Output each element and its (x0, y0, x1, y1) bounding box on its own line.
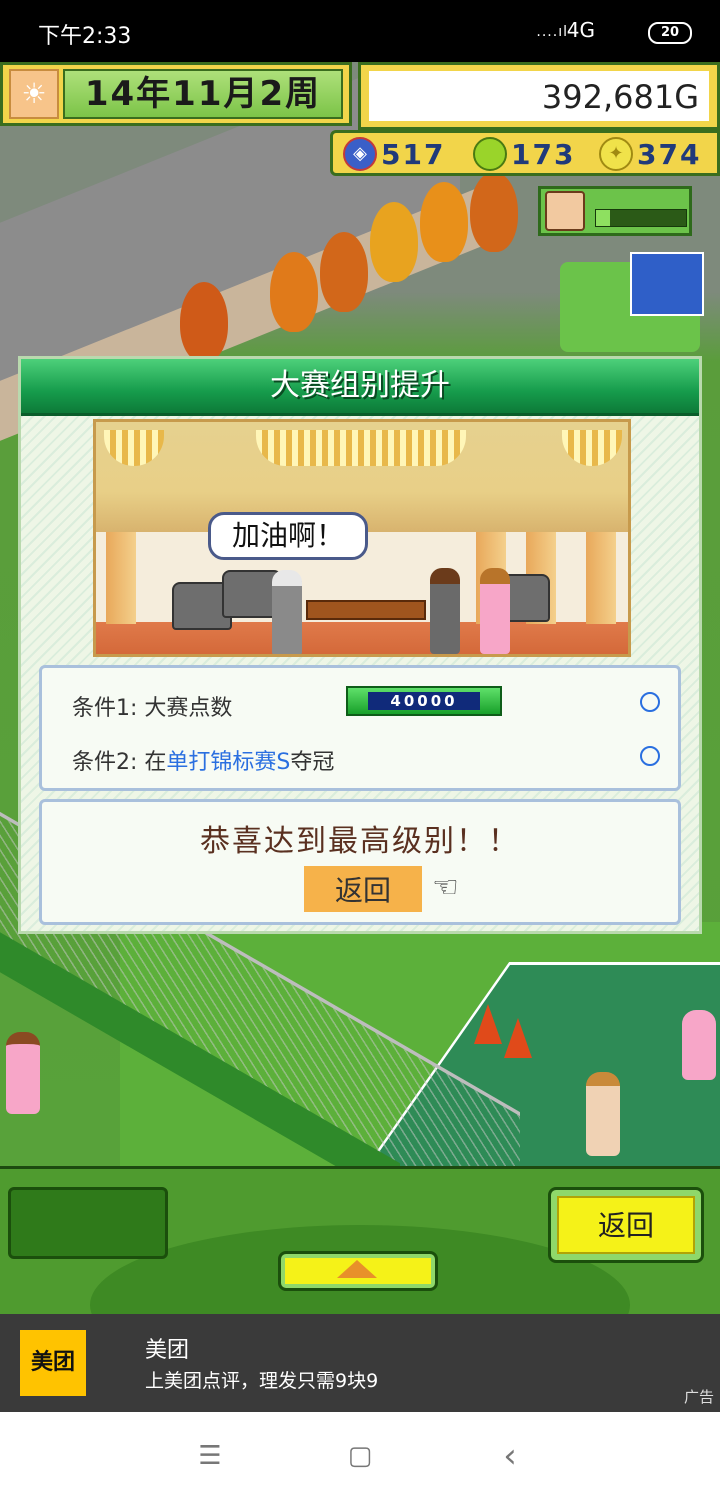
player-character (430, 568, 460, 654)
meituan-logo: 美团 (20, 1330, 86, 1396)
money-panel: 392,681G (358, 62, 720, 130)
hud-back-button[interactable]: 返回 (548, 1187, 704, 1263)
cone-icon (504, 1018, 532, 1058)
speech-bubble: 加油啊！ (208, 512, 368, 560)
pointing-hand-icon: ☜ (432, 870, 459, 905)
condition-2: 条件2: 在单打锦标赛S夺冠 (72, 744, 334, 776)
info-panel[interactable] (8, 1187, 168, 1259)
stat-medal: ◈ 517 (343, 137, 445, 171)
date-panel: ☀ 14年11月2周 (0, 62, 352, 126)
chevron-up-icon (337, 1260, 377, 1278)
player-character[interactable] (6, 1032, 40, 1114)
player-character[interactable] (586, 1072, 620, 1156)
autumn-tree (180, 282, 228, 362)
hud-back-label: 返回 (557, 1196, 695, 1254)
result-panel: 恭喜达到最高级别！！ 返回 ☜ (39, 799, 681, 925)
coach-avatar (545, 191, 585, 231)
current-date: 14年11月2周 (63, 69, 343, 119)
bottom-hud: 返回 (0, 1166, 720, 1385)
condition-1-label: 条件1: 大赛点数 (72, 696, 233, 721)
cone-icon (474, 1004, 502, 1044)
congrats-message: 恭喜达到最高级别！！ (200, 824, 520, 859)
autumn-tree (370, 202, 418, 282)
coach-progress-fill (596, 210, 610, 226)
stat-tennis-ball: 173 (473, 137, 575, 171)
ad-title: 美团 (145, 1338, 190, 1363)
back-icon[interactable]: ‹ (496, 1439, 524, 1473)
tournament-upgrade-dialog: 大赛组别提升 加油啊！ 条件1: 大赛点数 40000 条件2: 在单打锦标赛S… (18, 356, 702, 934)
curtain (586, 532, 616, 624)
ad-banner[interactable]: 美团 美团 上美团点评，理发只需9块9 广告 (0, 1314, 720, 1412)
expand-menu-button[interactable] (278, 1251, 438, 1291)
stat-value: 374 (637, 137, 702, 171)
autumn-tree (320, 232, 368, 312)
tennis-ball-icon (473, 137, 507, 171)
coach-progress-bar (595, 209, 687, 227)
dialog-back-button[interactable]: 返回 (304, 866, 422, 912)
ad-subtitle: 上美团点评，理发只需9块9 (145, 1370, 379, 1392)
signal-icon: ....ıl (536, 24, 568, 40)
calendar-icon[interactable]: ☀ (9, 69, 59, 119)
autumn-tree (470, 172, 518, 252)
chandelier (562, 430, 622, 466)
network-type: 4G (566, 18, 595, 42)
battery-icon: 20 (648, 22, 692, 44)
stat-value: 173 (511, 137, 576, 171)
player-character (480, 568, 510, 654)
autumn-tree (270, 252, 318, 332)
home-icon[interactable]: ▢ (346, 1442, 374, 1470)
condition-2-met-icon (640, 746, 660, 766)
chandelier (256, 430, 466, 466)
coach-panel[interactable] (538, 186, 692, 236)
tournament-points-value: 40000 (368, 692, 480, 710)
medal-icon: ◈ (343, 137, 377, 171)
stat-value: 517 (381, 137, 446, 171)
autumn-tree (420, 182, 468, 262)
table (306, 600, 426, 620)
condition-2-highlight: 单打锦标赛S (166, 750, 291, 775)
stats-panel: ◈ 517 173 ✦ 374 (330, 130, 720, 176)
chandelier (104, 430, 164, 466)
ad-tag: 广告 (683, 1388, 714, 1406)
status-time: 下午2:33 (38, 24, 132, 49)
player-character[interactable] (682, 1010, 716, 1080)
stat-lightbulb: ✦ 374 (599, 137, 701, 171)
banquet-hall-image: 加油啊！ (93, 419, 631, 657)
status-bar: 下午2:33 ....ıl 4G 20 (0, 0, 720, 62)
money-value: 392,681G (369, 71, 709, 121)
lightbulb-icon: ✦ (599, 137, 633, 171)
chairman-character (272, 570, 302, 654)
tournament-points-bar: 40000 (346, 686, 502, 716)
condition-1-met-icon (640, 692, 660, 712)
curtain (106, 532, 136, 624)
dialog-title: 大赛组别提升 (21, 359, 699, 416)
condition-2-suffix: 夺冠 (290, 750, 335, 775)
menu-icon[interactable]: ☰ (196, 1442, 224, 1470)
building (630, 252, 704, 316)
system-nav-bar: ☰ ▢ ‹ (0, 1412, 720, 1499)
condition-1: 条件1: 大赛点数 (72, 690, 232, 722)
condition-2-label: 条件2: 在 (72, 750, 167, 775)
conditions-panel: 条件1: 大赛点数 40000 条件2: 在单打锦标赛S夺冠 (39, 665, 681, 791)
